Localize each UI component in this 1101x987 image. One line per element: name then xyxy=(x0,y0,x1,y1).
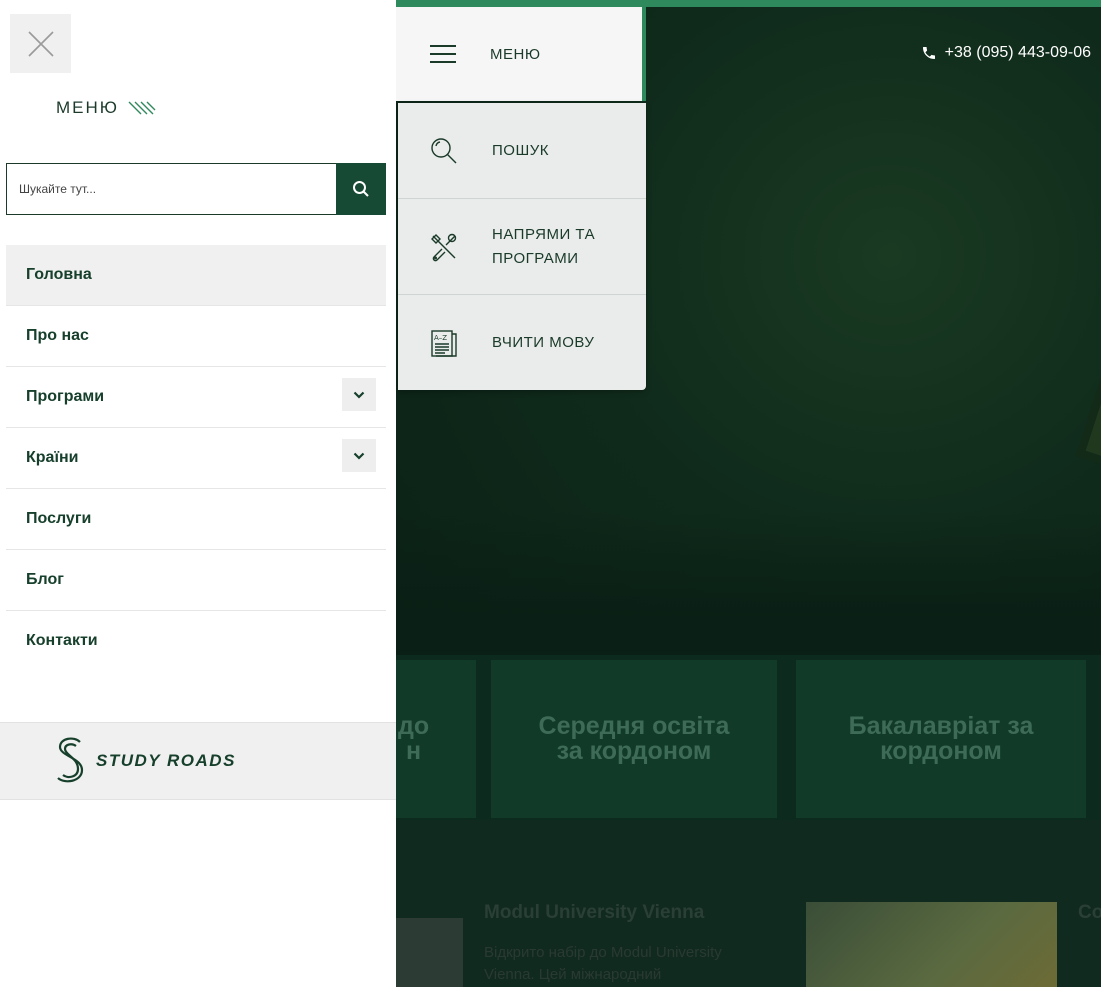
sidebar-item-about[interactable]: Про нас xyxy=(6,306,386,367)
sidebar-item-label: Послуги xyxy=(26,510,92,527)
post-excerpt: Відкрито набір до Modul University Vienn… xyxy=(484,944,722,983)
sidebar-item-blog[interactable]: Блог xyxy=(6,550,386,611)
sidebar-item-countries[interactable]: Країни xyxy=(6,428,386,489)
dropdown-item-language[interactable]: A–Z ВЧИТИ МОВУ xyxy=(398,295,646,390)
study-roads-logo-icon xyxy=(57,737,84,783)
close-menu-button[interactable] xyxy=(10,14,71,73)
expand-submenu-button[interactable] xyxy=(342,439,376,472)
sidebar-search xyxy=(6,163,386,215)
dropdown-item-label: ВЧИТИ МОВУ xyxy=(492,333,595,351)
svg-text:A–Z: A–Z xyxy=(434,334,447,342)
hero-card[interactable]: Бакалавріат за кордоном xyxy=(796,660,1086,818)
phone-icon xyxy=(922,47,935,59)
sidebar-item-home[interactable]: Головна xyxy=(6,245,386,306)
phone-link[interactable]: +38 (095) 443-09-06 xyxy=(921,44,1091,62)
search-icon xyxy=(431,137,457,163)
dropdown-item-search[interactable]: ПОШУК xyxy=(398,103,646,199)
dropdown-item-label: ПОШУК xyxy=(492,141,549,159)
post-title[interactable]: Co xyxy=(1078,902,1101,924)
dropdown-item-label: НАПРЯМИ ТА ПРОГРАМИ xyxy=(492,225,596,267)
menu-toggle-label: МЕНЮ xyxy=(490,45,541,63)
sidebar-item-contacts[interactable]: Контакти xyxy=(6,611,386,671)
sidebar-item-label: Країни xyxy=(26,449,79,466)
close-icon xyxy=(27,30,54,57)
chevron-down-icon xyxy=(353,391,365,399)
sidebar-item-label: Головна xyxy=(26,266,92,283)
post-title[interactable]: Modul University Vienna xyxy=(484,902,704,924)
sidebar-item-label: Про нас xyxy=(26,327,89,344)
slash-decoration-icon xyxy=(128,101,156,115)
search-icon xyxy=(353,181,369,197)
phone-number: +38 (095) 443-09-06 xyxy=(944,44,1091,61)
search-input[interactable] xyxy=(6,163,336,215)
hero-card-line1: Бакалавріат за xyxy=(848,712,1034,740)
tools-icon xyxy=(431,233,457,261)
sidebar-title-text: МЕНЮ xyxy=(56,98,119,117)
quick-menu-dropdown: ПОШУК НАПРЯМИ ТА ПРОГРАМИ A–Z ВЧИТИ МОВУ xyxy=(398,103,646,390)
sidebar-item-label: Програми xyxy=(26,388,105,405)
hero-card-line2: кордоном xyxy=(880,737,1002,765)
hero-card-line2: за кордоном xyxy=(556,737,712,765)
expand-submenu-button[interactable] xyxy=(342,378,376,411)
hamburger-icon xyxy=(430,45,456,63)
chevron-down-icon xyxy=(353,452,365,460)
hero-card[interactable]: Середня освіта за кордоном xyxy=(491,660,777,818)
brand-name: STUDY ROADS xyxy=(96,751,236,770)
menu-toggle-button[interactable]: МЕНЮ xyxy=(396,7,646,101)
search-button[interactable] xyxy=(336,163,386,215)
sidebar-item-label: Блог xyxy=(26,571,64,588)
post-thumbnail[interactable] xyxy=(806,902,1057,987)
post-thumbnail[interactable] xyxy=(396,918,463,987)
dropdown-item-programs[interactable]: НАПРЯМИ ТА ПРОГРАМИ xyxy=(398,199,646,295)
hero-card-line2: н xyxy=(406,737,422,765)
sidebar-item-programs[interactable]: Програми xyxy=(6,367,386,428)
hero-card-line1: до xyxy=(398,712,430,740)
hero-card[interactable]: до н xyxy=(396,660,476,818)
footer-logo[interactable]: STUDY ROADS xyxy=(0,722,396,800)
blog-section: Modul University Vienna Відкрито набір д… xyxy=(396,820,1101,987)
hero-card-line1: Середня освіта xyxy=(538,712,730,740)
top-accent-stripe xyxy=(396,0,1101,7)
sidebar-item-services[interactable]: Послуги xyxy=(6,489,386,550)
side-menu-panel: МЕНЮ Головна Про нас Програми Країни П xyxy=(0,0,396,987)
sidebar-item-label: Контакти xyxy=(26,632,98,649)
dictionary-icon: A–Z xyxy=(431,329,457,357)
hero-cards: до н Середня освіта за кордоном Бакалавр… xyxy=(396,655,1101,820)
sidebar-nav: Головна Про нас Програми Країни Послуги … xyxy=(6,245,386,671)
sidebar-title: МЕНЮ xyxy=(56,98,157,118)
